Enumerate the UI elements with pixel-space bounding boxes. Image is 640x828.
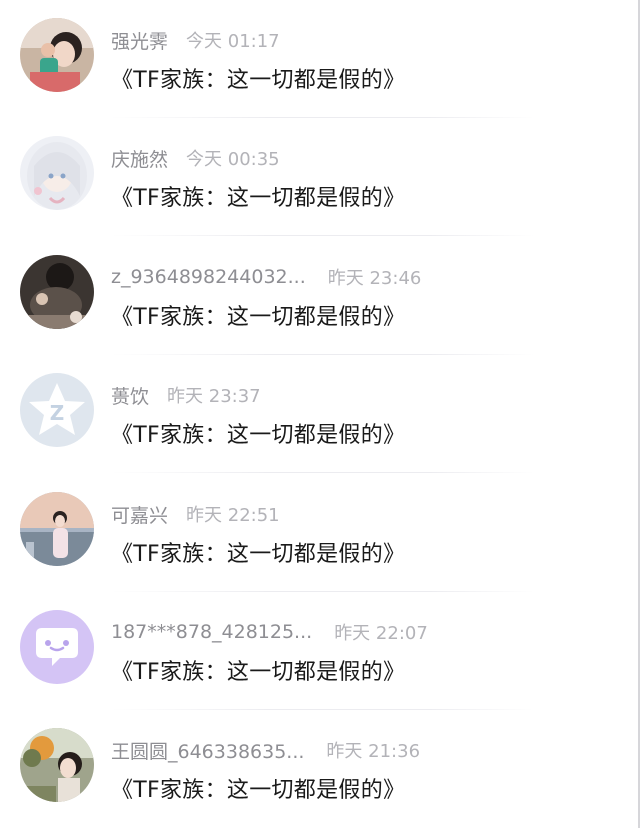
comment-text: 《TF家族：这一切都是假的》 [111, 68, 406, 93]
comment-text: 《TF家族：这一切都是假的》 [111, 660, 406, 685]
comment-item[interactable]: 187***878_428125... 昨天 22:07 《TF家族：这一切都是… [0, 592, 640, 710]
comment-meta: 可嘉兴 昨天 22:51 [111, 500, 280, 528]
comment-meta: z_9364898244032... 昨天 23:46 [111, 263, 421, 291]
comment-feed: 强光霁 今天 01:17 《TF家族：这一切都是假的》 庆施然 今天 00:35… [0, 0, 640, 828]
avatar[interactable] [20, 728, 94, 802]
avatar[interactable] [20, 18, 94, 92]
comment-text: 《TF家族：这一切都是假的》 [111, 542, 406, 567]
comment-meta: 庆施然 今天 00:35 [111, 144, 280, 172]
avatar[interactable] [20, 255, 94, 329]
svg-text:Z: Z [50, 401, 65, 425]
avatar[interactable] [20, 136, 94, 210]
comment-text: 《TF家族：这一切都是假的》 [111, 778, 406, 803]
comment-item[interactable]: 王圆圆_646338635... 昨天 21:36 《TF家族：这一切都是假的》 [0, 710, 640, 828]
dark-photo-avatar-icon [20, 255, 94, 329]
default-z-avatar-icon: Z [20, 373, 94, 447]
timestamp: 昨天 22:07 [334, 623, 428, 644]
comment-item[interactable]: 庆施然 今天 00:35 《TF家族：这一切都是假的》 [0, 118, 640, 236]
timestamp: 昨天 21:36 [326, 741, 421, 762]
comment-meta: 强光霁 今天 01:17 [111, 26, 280, 54]
divider [111, 472, 640, 473]
timestamp: 昨天 22:51 [186, 505, 280, 526]
username[interactable]: 强光霁 [111, 27, 168, 54]
anime-avatar-icon [20, 136, 94, 210]
username[interactable]: 蒉饮 [111, 382, 149, 409]
username[interactable]: 187***878_428125... [111, 621, 312, 643]
comment-meta: 王圆圆_646338635... 昨天 21:36 [111, 736, 420, 764]
comment-item[interactable]: 强光霁 今天 01:17 《TF家族：这一切都是假的》 [0, 0, 640, 118]
comment-item[interactable]: 可嘉兴 昨天 22:51 《TF家族：这一切都是假的》 [0, 474, 640, 592]
avatar[interactable] [20, 492, 94, 566]
outdoor-photo-avatar-icon [20, 728, 94, 802]
avatar[interactable] [20, 610, 94, 684]
comment-item[interactable]: Z 蒉饮 昨天 23:37 《TF家族：这一切都是假的》 [0, 355, 640, 473]
avatar[interactable]: Z [20, 373, 94, 447]
username[interactable]: 庆施然 [111, 145, 168, 172]
comment-meta: 187***878_428125... 昨天 22:07 [111, 618, 428, 646]
girl-photo-avatar-icon [20, 492, 94, 566]
chat-bubble-avatar-icon [20, 610, 94, 684]
comment-text: 《TF家族：这一切都是假的》 [111, 305, 406, 330]
username[interactable]: 可嘉兴 [111, 501, 168, 528]
comment-meta: 蒉饮 昨天 23:37 [111, 381, 261, 409]
photo-avatar-icon [20, 18, 94, 92]
divider [111, 235, 640, 236]
username[interactable]: z_9364898244032... [111, 266, 306, 288]
timestamp: 昨天 23:37 [167, 386, 261, 407]
comment-text: 《TF家族：这一切都是假的》 [111, 423, 406, 448]
comment-text: 《TF家族：这一切都是假的》 [111, 186, 406, 211]
timestamp: 今天 01:17 [186, 31, 280, 52]
username[interactable]: 王圆圆_646338635... [111, 737, 304, 764]
comment-item[interactable]: z_9364898244032... 昨天 23:46 《TF家族：这一切都是假… [0, 237, 640, 355]
timestamp: 今天 00:35 [186, 149, 280, 170]
timestamp: 昨天 23:46 [327, 268, 422, 289]
